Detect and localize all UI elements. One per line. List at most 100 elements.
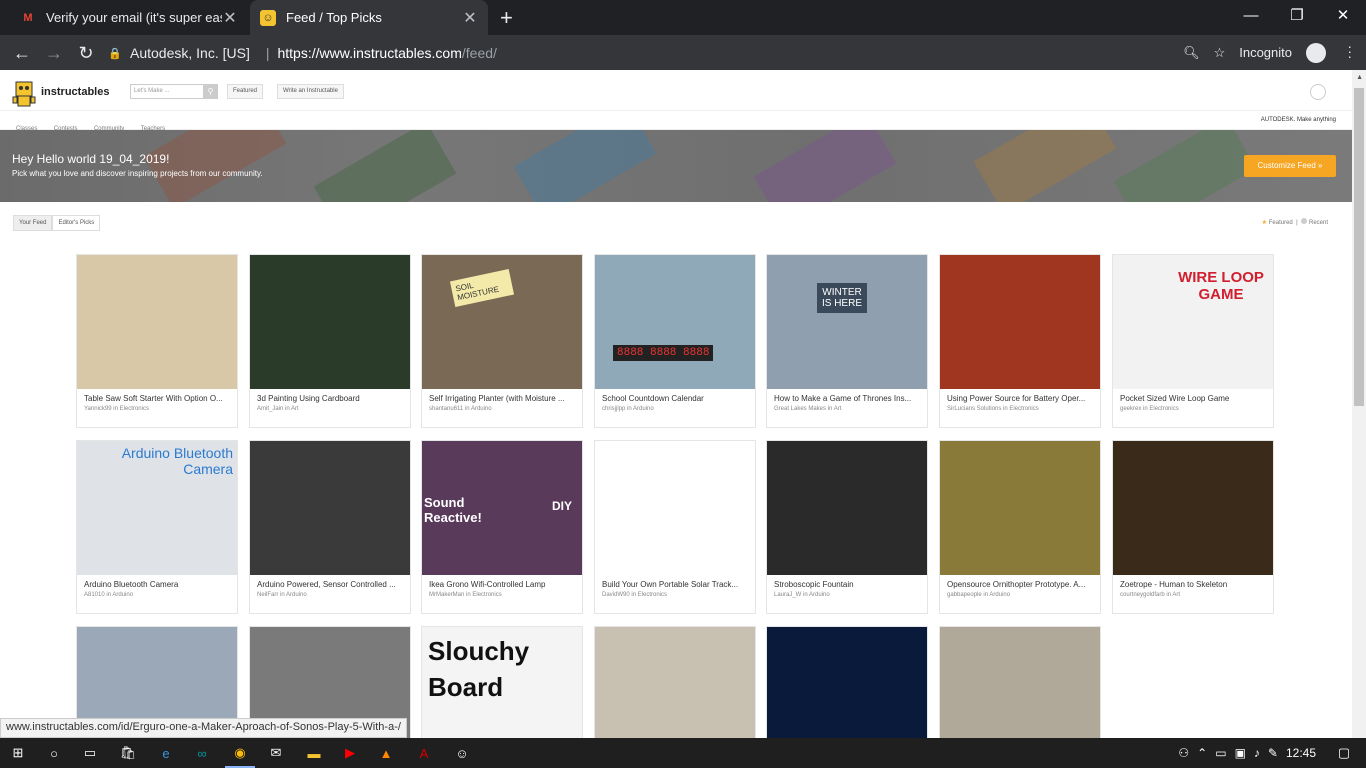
sort-recent[interactable]: Recent xyxy=(1309,220,1328,226)
author-name[interactable]: Yannick99 xyxy=(84,406,112,412)
project-title[interactable]: Table Saw Soft Starter With Option O... xyxy=(84,394,234,403)
project-card[interactable]: Build Your Own Portable Solar Track... Da… xyxy=(594,440,756,614)
project-title[interactable]: Using Power Source for Battery Oper... xyxy=(947,394,1097,403)
author-name[interactable]: MrMakerMan xyxy=(429,592,464,598)
project-thumbnail[interactable]: Slouchy Board xyxy=(422,627,582,738)
project-title[interactable]: Build Your Own Portable Solar Track... xyxy=(602,580,752,589)
category-name[interactable]: Electronics xyxy=(472,592,501,598)
volume-icon[interactable]: ♪ xyxy=(1254,746,1260,760)
zoom-icon[interactable]: 🔍︎ xyxy=(1183,45,1200,61)
folder-icon[interactable]: ▬ xyxy=(304,743,324,763)
robot-logo-icon[interactable] xyxy=(12,78,36,108)
write-instructable-button[interactable]: Write an Instructable xyxy=(277,84,344,99)
project-title[interactable]: How to Make a Game of Thrones Ins... xyxy=(774,394,924,403)
project-card[interactable]: Sound Reactive! DIY Ikea Grono Wifi-Contro… xyxy=(421,440,583,614)
project-thumbnail[interactable]: WINTER IS HERE xyxy=(767,255,927,389)
incognito-icon[interactable] xyxy=(1306,42,1326,63)
author-name[interactable]: gabbapeople xyxy=(947,592,982,598)
project-title[interactable]: School Countdown Calendar xyxy=(602,394,752,403)
sort-featured[interactable]: Featured xyxy=(1269,220,1293,226)
project-title[interactable]: Arduino Powered, Sensor Controlled ... xyxy=(257,580,407,589)
author-name[interactable]: chrisjjlpp xyxy=(602,406,625,412)
project-thumbnail[interactable] xyxy=(595,627,755,738)
author-name[interactable]: SirLucians Solutions xyxy=(947,406,1001,412)
project-thumbnail[interactable] xyxy=(767,441,927,575)
project-card[interactable]: Zoetrope - Human to Skeleton courtneygold… xyxy=(1112,440,1274,614)
scrollbar-thumb[interactable] xyxy=(1354,88,1364,406)
category-name[interactable]: Electronics xyxy=(120,406,149,412)
project-card[interactable]: Using Power Source for Battery Oper... Si… xyxy=(939,254,1101,428)
author-name[interactable]: A81010 xyxy=(84,592,105,598)
project-card[interactable] xyxy=(939,626,1101,738)
author-name[interactable]: DavidW90 xyxy=(602,592,630,598)
project-thumbnail[interactable]: Arduino Bluetooth Camera xyxy=(77,441,237,575)
people-icon[interactable]: ⚇ xyxy=(1178,746,1189,760)
close-tab-icon[interactable]: ✕ xyxy=(462,8,478,28)
project-card[interactable]: WIRE LOOP GAME Pocket Sized Wire Loop Gam… xyxy=(1112,254,1274,428)
project-thumbnail[interactable] xyxy=(1113,441,1273,575)
autodesk-logo[interactable]: AUTODESK. Make anything xyxy=(1261,117,1336,123)
tab-your-feed[interactable]: Your Feed xyxy=(13,215,53,231)
forward-icon[interactable]: → xyxy=(42,41,66,65)
project-card[interactable]: Arduino Bluetooth Camera Arduino Bluetoot… xyxy=(76,440,238,614)
reload-icon[interactable]: ↻ xyxy=(74,41,98,65)
tab-feed[interactable]: ☺ Feed / Top Picks ✕ xyxy=(250,0,488,35)
project-thumbnail[interactable]: Sound Reactive! DIY xyxy=(422,441,582,575)
edge-icon[interactable]: e xyxy=(156,743,176,763)
project-thumbnail[interactable] xyxy=(940,255,1100,389)
network-icon[interactable]: ▣ xyxy=(1235,746,1246,760)
project-thumbnail[interactable] xyxy=(250,441,410,575)
youtube-icon[interactable]: ▶ xyxy=(340,743,360,763)
author-name[interactable]: geekrex xyxy=(1120,406,1141,412)
author-name[interactable]: Great Lakes Makes xyxy=(774,406,826,412)
project-title[interactable]: Pocket Sized Wire Loop Game xyxy=(1120,394,1270,403)
project-title[interactable]: Zoetrope - Human to Skeleton xyxy=(1120,580,1270,589)
author-name[interactable]: LauraJ_W xyxy=(774,592,801,598)
notifications-icon[interactable]: ▢ xyxy=(1334,743,1354,763)
windows-start-icon[interactable]: ⊞ xyxy=(8,743,28,763)
project-card[interactable] xyxy=(766,626,928,738)
acrobat-icon[interactable]: A xyxy=(414,743,434,763)
author-name[interactable]: Amit_Jain xyxy=(257,406,283,412)
category-name[interactable]: Arduino xyxy=(471,406,492,412)
project-thumbnail[interactable] xyxy=(767,627,927,738)
chrome-icon[interactable]: ◉ xyxy=(230,743,250,763)
project-title[interactable]: Stroboscopic Fountain xyxy=(774,580,924,589)
menu-icon[interactable]: · · · xyxy=(1347,39,1352,63)
task-view-icon[interactable]: ▭ xyxy=(80,743,100,763)
project-title[interactable]: Arduino Bluetooth Camera xyxy=(84,580,234,589)
close-window-icon[interactable]: ✕ xyxy=(1320,0,1366,30)
project-thumbnail[interactable]: SOIL MOISTURE xyxy=(422,255,582,389)
project-title[interactable]: Ikea Grono Wifi-Controlled Lamp xyxy=(429,580,579,589)
category-name[interactable]: Electronics xyxy=(1009,406,1038,412)
project-card[interactable]: SOIL MOISTURE 3d Painting Using Cardboard… xyxy=(249,254,411,428)
avatar[interactable] xyxy=(1310,84,1326,100)
category-name[interactable]: Arduino xyxy=(633,406,654,412)
project-card[interactable] xyxy=(594,626,756,738)
project-thumbnail[interactable] xyxy=(940,441,1100,575)
tab-gmail[interactable]: M Verify your email (it's super easy) ✕ xyxy=(10,0,248,35)
author-name[interactable]: NeilFarr xyxy=(257,592,278,598)
search-circle-icon[interactable]: ○ xyxy=(44,743,64,763)
project-card[interactable]: Opensource Ornithopter Prototype. A... ga… xyxy=(939,440,1101,614)
new-tab-icon[interactable]: + xyxy=(500,5,513,31)
project-card[interactable]: WINTER IS HERE How to Make a Game of Thro… xyxy=(766,254,928,428)
category-name[interactable]: Art xyxy=(834,406,842,412)
close-tab-icon[interactable]: ✕ xyxy=(222,8,238,28)
category-name[interactable]: Electronics xyxy=(1149,406,1178,412)
project-card[interactable]: Slouchy Board xyxy=(421,626,583,738)
project-title[interactable]: Self Irrigating Planter (with Moisture .… xyxy=(429,394,579,403)
chevron-up-icon[interactable]: ⌃ xyxy=(1197,746,1207,760)
project-thumbnail[interactable] xyxy=(940,627,1100,738)
author-name[interactable]: shantanu611 xyxy=(429,406,463,412)
category-name[interactable]: Arduino xyxy=(286,592,307,598)
category-name[interactable]: Arduino xyxy=(112,592,133,598)
project-thumbnail[interactable] xyxy=(595,441,755,575)
minimize-icon[interactable]: — xyxy=(1228,0,1274,30)
project-card[interactable]: SOIL MOISTURE Self Irrigating Planter (wi… xyxy=(421,254,583,428)
clock[interactable]: 12:45 xyxy=(1286,746,1316,760)
project-title[interactable]: 3d Painting Using Cardboard xyxy=(257,394,407,403)
vlc-icon[interactable]: ▲ xyxy=(376,743,396,763)
scroll-up-icon[interactable]: ▲ xyxy=(1356,74,1363,81)
site-logo-text[interactable]: instructables xyxy=(41,86,109,98)
